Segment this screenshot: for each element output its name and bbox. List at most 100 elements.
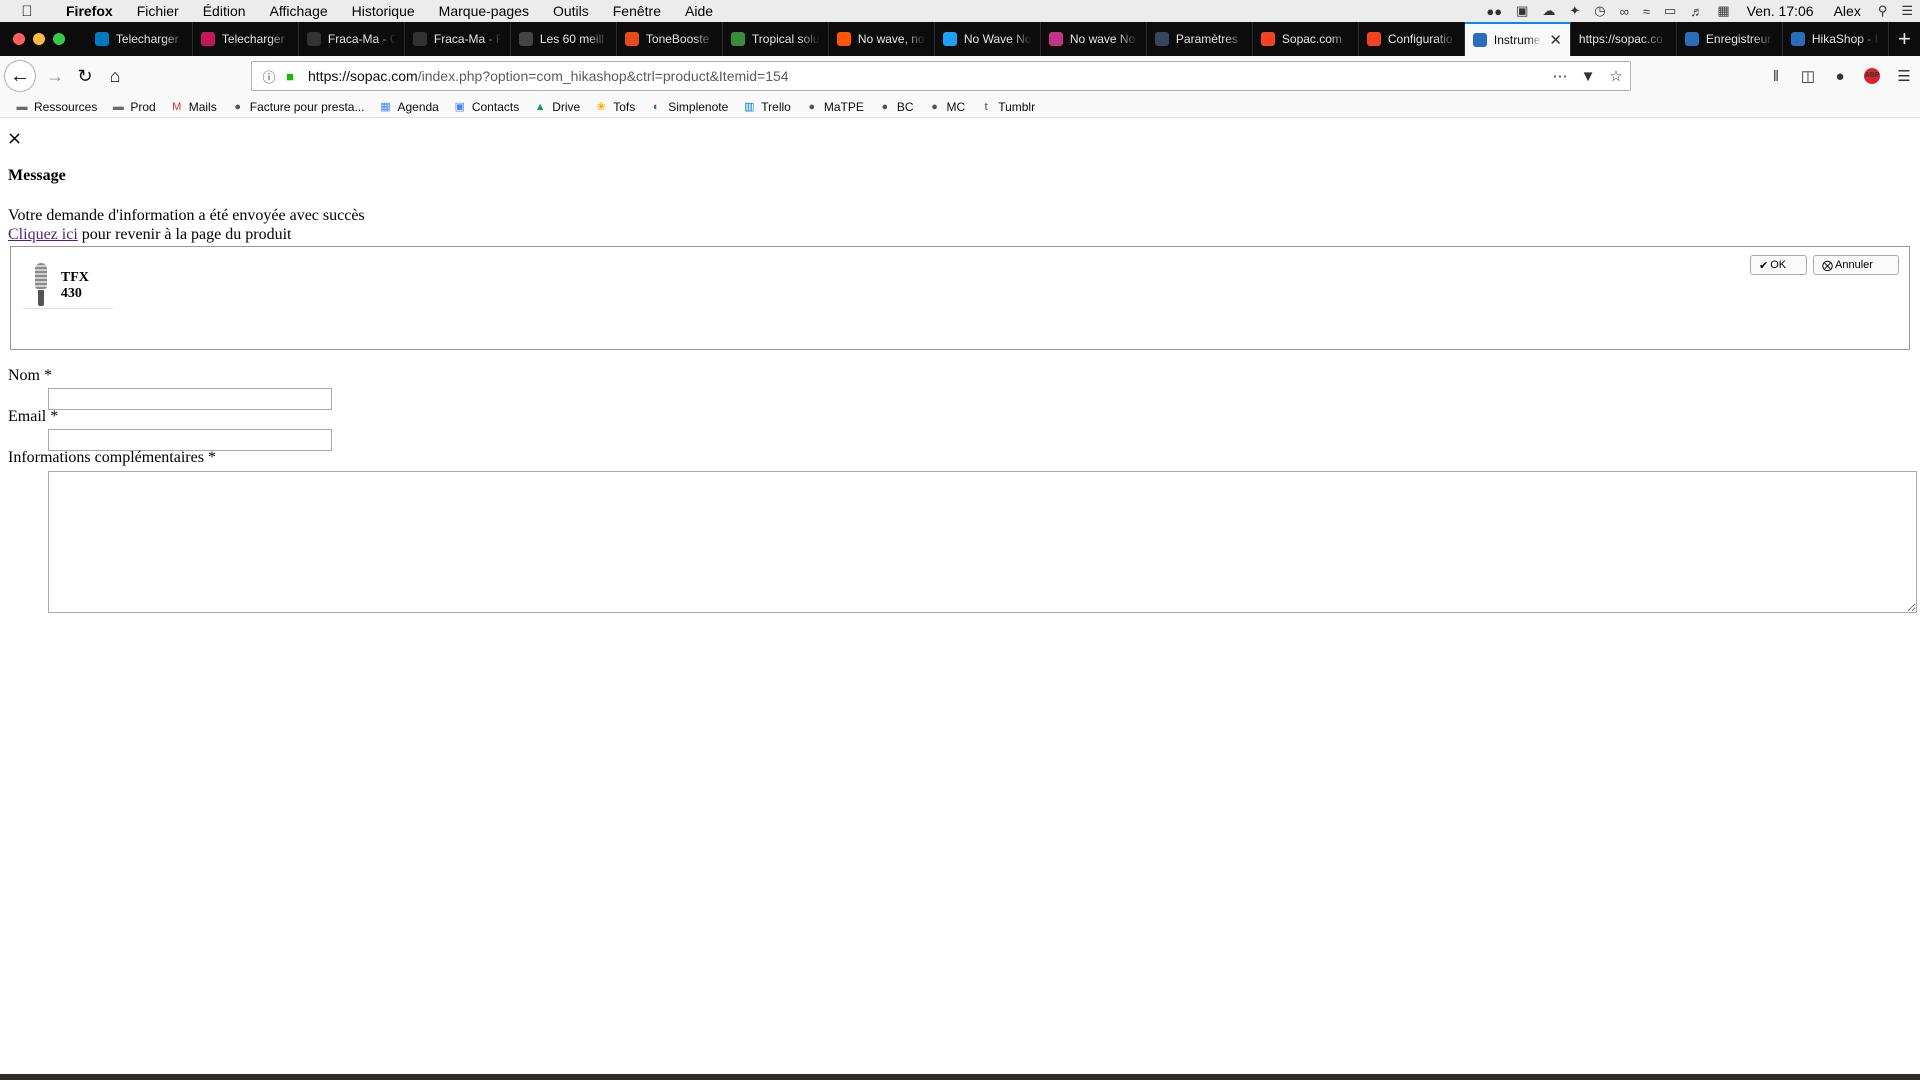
bookmark-item[interactable]: ▬ Prod	[104, 100, 162, 114]
tab-label: Paramètres	[1175, 32, 1238, 46]
bookmark-item[interactable]: ❀ Tofs	[587, 100, 642, 114]
browser-tab[interactable]: Fraca-Ma - C	[299, 22, 405, 56]
menu-marque-pages[interactable]: Marque-pages	[427, 3, 541, 19]
window-close-icon[interactable]	[13, 33, 25, 45]
spotlight-search-icon[interactable]: ⚲	[1871, 3, 1895, 19]
browser-tab[interactable]: Tropical solu	[723, 22, 829, 56]
window-minimize-icon[interactable]	[33, 33, 45, 45]
bookmark-item[interactable]: ▬ Ressources	[8, 100, 104, 114]
bookmark-item[interactable]: ▦ Agenda	[371, 100, 445, 114]
site-icon	[306, 32, 321, 46]
lock-icon[interactable]: ■	[282, 69, 298, 84]
ok-button[interactable]: ✔ OK	[1750, 255, 1807, 275]
info-textarea[interactable]	[48, 471, 1917, 613]
back-button[interactable]: ←	[4, 60, 36, 92]
browser-tab[interactable]: Telecharger	[87, 22, 193, 56]
browser-tab[interactable]: Sopac.com	[1253, 22, 1359, 56]
hamburger-menu-icon[interactable]: ☰	[1888, 67, 1920, 85]
reload-button[interactable]: ↻	[70, 61, 100, 91]
nom-input[interactable]	[48, 388, 332, 410]
return-line: Cliquez ici pour revenir à la page du pr…	[8, 226, 291, 244]
extension-icon[interactable]: ●	[1824, 68, 1856, 85]
bookmark-item[interactable]: ▲ Drive	[526, 100, 587, 114]
menu-historique[interactable]: Historique	[340, 3, 427, 19]
browser-tab[interactable]: No wave, no	[829, 22, 935, 56]
bookmark-item[interactable]: ▣ Contacts	[446, 100, 526, 114]
new-tab-button[interactable]: +	[1889, 22, 1920, 56]
browser-tab[interactable]: https://sopac.co	[1571, 22, 1677, 56]
notification-center-icon[interactable]: ☰	[1894, 3, 1920, 19]
email-label: Email *	[8, 408, 59, 425]
site-icon	[200, 32, 215, 46]
dropbox-icon[interactable]: ▣	[1509, 3, 1535, 19]
window-maximize-icon[interactable]	[53, 33, 65, 45]
menu-affichage[interactable]: Affichage	[258, 3, 340, 19]
bookmark-label: Tumblr	[998, 99, 1036, 114]
browser-tab[interactable]: Configuratio	[1359, 22, 1465, 56]
menu-app[interactable]: Firefox	[54, 3, 125, 19]
folder-icon: ▬	[112, 100, 124, 113]
page-actions-icon[interactable]: ⋯	[1546, 67, 1574, 85]
browser-tab[interactable]: ToneBooste	[617, 22, 723, 56]
cloud-icon[interactable]: ☁	[1535, 3, 1562, 19]
bookmark-label: Contacts	[471, 99, 520, 114]
product-name: TFX 430	[60, 269, 89, 301]
volume-icon[interactable]: ♬	[1683, 4, 1710, 19]
browser-tab[interactable]: No Wave No	[935, 22, 1041, 56]
bookmark-item[interactable]: t Tumblr	[972, 100, 1042, 114]
time-machine-icon[interactable]: ◷	[1587, 3, 1612, 19]
browser-tab[interactable]: Paramètres	[1147, 22, 1253, 56]
bookmark-item[interactable]: ● MC	[921, 100, 973, 114]
home-button[interactable]: ⌂	[100, 61, 130, 91]
adblock-icon[interactable]: ABP	[1864, 68, 1880, 84]
bookmark-item[interactable]: ▥ Trello	[735, 100, 798, 114]
bookmark-item[interactable]: ● Facture pour presta...	[224, 100, 372, 114]
url-bar[interactable]: ⓘ ■ https://sopac.com/index.php?option=c…	[251, 61, 1631, 91]
browser-tab[interactable]: Telecharger	[193, 22, 299, 56]
user-name[interactable]: Alex	[1824, 3, 1871, 19]
product-item[interactable]: TFX 430	[23, 262, 113, 309]
tab-label: HikaShop - I	[1811, 32, 1878, 46]
bookmark-star-icon[interactable]: ☆	[1602, 67, 1630, 85]
bookmark-item[interactable]: ● MaTPE	[798, 100, 871, 114]
bookmark-item[interactable]: M Mails	[163, 100, 224, 114]
url-text[interactable]: https://sopac.com/index.php?option=com_h…	[298, 68, 1546, 84]
bookmark-label: Ressources	[34, 99, 98, 114]
email-input[interactable]	[48, 429, 332, 451]
tool-icon[interactable]: ✦	[1562, 3, 1587, 19]
clock[interactable]: Ven. 17:06	[1737, 3, 1824, 19]
close-icon[interactable]: ×	[7, 128, 22, 149]
bookmark-label: Tofs	[613, 99, 636, 114]
return-link[interactable]: Cliquez ici	[8, 226, 78, 243]
input-menu-icon[interactable]: ▦	[1710, 3, 1736, 19]
cancel-button[interactable]: ⨂ Annuler	[1813, 255, 1899, 275]
back-arrow-icon: ←	[10, 64, 30, 87]
browser-tab[interactable]: HikaShop - I	[1783, 22, 1889, 56]
check-icon: ✔	[1759, 259, 1769, 272]
bookmark-item[interactable]: ● BC	[871, 100, 921, 114]
joomla-icon	[1366, 32, 1381, 46]
battery-status-icon[interactable]: ●●	[1479, 4, 1509, 19]
menu-aide[interactable]: Aide	[673, 3, 725, 19]
library-icon[interactable]: ‖	[1760, 68, 1792, 85]
apple-icon[interactable]: 	[0, 3, 54, 20]
pocket-icon[interactable]: ▼	[1574, 68, 1602, 85]
browser-tab[interactable]: Instrume ✕	[1464, 22, 1571, 56]
menu-edition[interactable]: Édition	[191, 3, 258, 19]
sidebar-icon[interactable]: ◫	[1792, 67, 1824, 85]
info-icon[interactable]: ⓘ	[256, 67, 282, 86]
browser-tab[interactable]: Fraca-Ma - F	[405, 22, 511, 56]
browser-tab[interactable]: Enregistreur	[1677, 22, 1783, 56]
bookmark-label: Facture pour presta...	[249, 99, 365, 114]
menu-outils[interactable]: Outils	[541, 3, 601, 19]
wifi-icon[interactable]: ≈	[1636, 4, 1657, 19]
browser-tab[interactable]: No wave No	[1041, 22, 1147, 56]
browser-tab[interactable]: Les 60 meill	[511, 22, 617, 56]
forward-button[interactable]: →	[40, 61, 70, 91]
bookmark-item[interactable]: ◐ Simplenote	[642, 100, 735, 114]
menu-fenetre[interactable]: Fenêtre	[601, 3, 673, 19]
tab-close-icon[interactable]: ✕	[1549, 31, 1562, 49]
airplay-icon[interactable]: ▭	[1657, 3, 1683, 19]
menu-fichier[interactable]: Fichier	[125, 3, 191, 19]
bluetooth-icon[interactable]: ∞	[1613, 4, 1636, 19]
